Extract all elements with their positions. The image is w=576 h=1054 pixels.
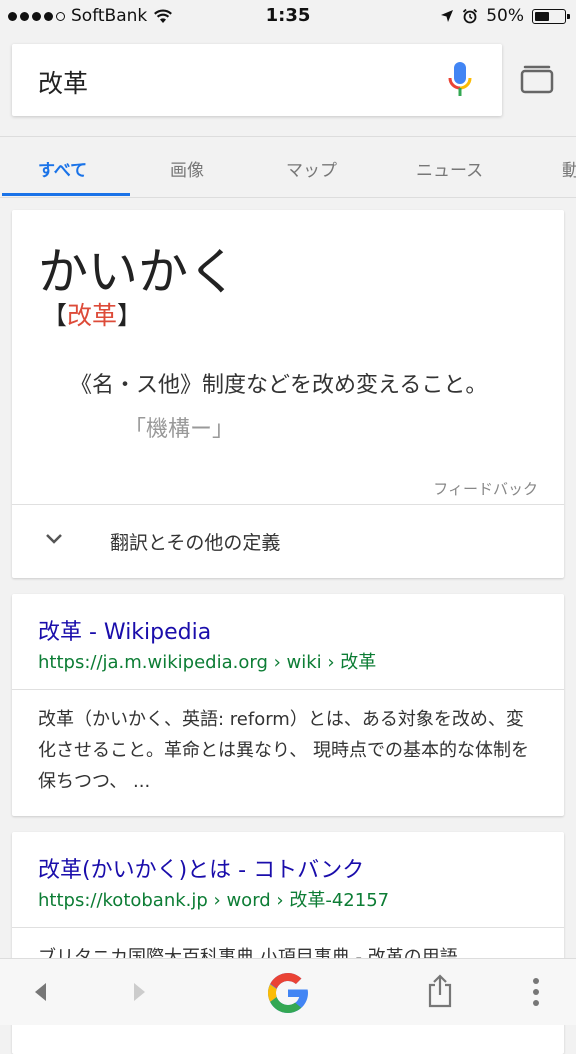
tab-all[interactable]: すべて <box>38 156 87 181</box>
search-box[interactable]: 改革 <box>12 44 502 116</box>
chevron-down-icon <box>46 534 62 544</box>
tab-news[interactable]: ニュース <box>416 156 483 181</box>
tab-images[interactable]: 画像 <box>170 156 204 181</box>
alarm-icon <box>463 8 478 24</box>
result-title-link[interactable]: 改革 - Wikipedia <box>38 614 211 646</box>
kanji-bracket-open: 【 <box>42 301 68 330</box>
bottom-toolbar <box>0 958 576 1025</box>
result-url[interactable]: https://ja.m.wikipedia.org › wiki › 改革 <box>38 648 376 674</box>
forward-arrow-icon[interactable] <box>132 981 148 1003</box>
more-definitions-label: 翻訳とその他の定義 <box>110 532 281 554</box>
dictionary-definition: 《名・ス他》制度などを改め変えること。「機構ー」 <box>70 364 500 452</box>
location-arrow-icon <box>441 10 454 22</box>
kanji-bracket-close: 】 <box>117 301 143 330</box>
tab-videos[interactable]: 動 <box>562 156 576 181</box>
card-divider <box>12 504 564 505</box>
result-divider <box>12 689 564 690</box>
tab-switcher-icon[interactable] <box>520 64 554 94</box>
more-definitions-button[interactable]: 翻訳とその他の定義 <box>12 506 564 578</box>
back-arrow-icon[interactable] <box>32 981 48 1003</box>
active-tab-indicator <box>2 193 130 196</box>
status-right: 50% <box>440 6 570 26</box>
battery-icon <box>532 8 570 24</box>
search-tabs: すべて 画像 マップ ニュース 動 <box>0 136 576 198</box>
status-bar: SoftBank 1:35 50% <box>0 0 576 34</box>
definition-example: 「機構ー」 <box>124 417 235 442</box>
battery-percent: 50% <box>486 6 524 26</box>
result-url[interactable]: https://kotobank.jp › word › 改革-42157 <box>38 886 389 912</box>
feedback-link[interactable]: フィードバック <box>433 478 538 499</box>
more-options-icon[interactable] <box>530 977 542 1007</box>
dictionary-reading: かいかく <box>38 243 238 301</box>
result-title-link[interactable]: 改革(かいかく)とは - コトバンク <box>38 852 364 884</box>
google-logo-icon[interactable] <box>264 969 312 1017</box>
microphone-icon[interactable] <box>446 60 474 100</box>
definition-text: 《名・ス他》制度などを改め変えること。 <box>70 373 488 398</box>
result-divider <box>12 927 564 928</box>
search-result: 改革 - Wikipedia https://ja.m.wikipedia.or… <box>12 594 564 816</box>
tab-maps[interactable]: マップ <box>286 156 337 181</box>
share-icon[interactable] <box>426 973 454 1009</box>
search-input[interactable]: 改革 <box>38 64 88 100</box>
dictionary-kanji: 【改革】 <box>42 296 142 332</box>
dictionary-card: かいかく 【改革】 《名・ス他》制度などを改め変えること。「機構ー」 フィードバ… <box>12 210 564 578</box>
kanji-word: 改革 <box>67 301 118 330</box>
result-snippet: 改革（かいかく、英語: reform）とは、ある対象を改め、変化させること。革命… <box>38 709 529 792</box>
